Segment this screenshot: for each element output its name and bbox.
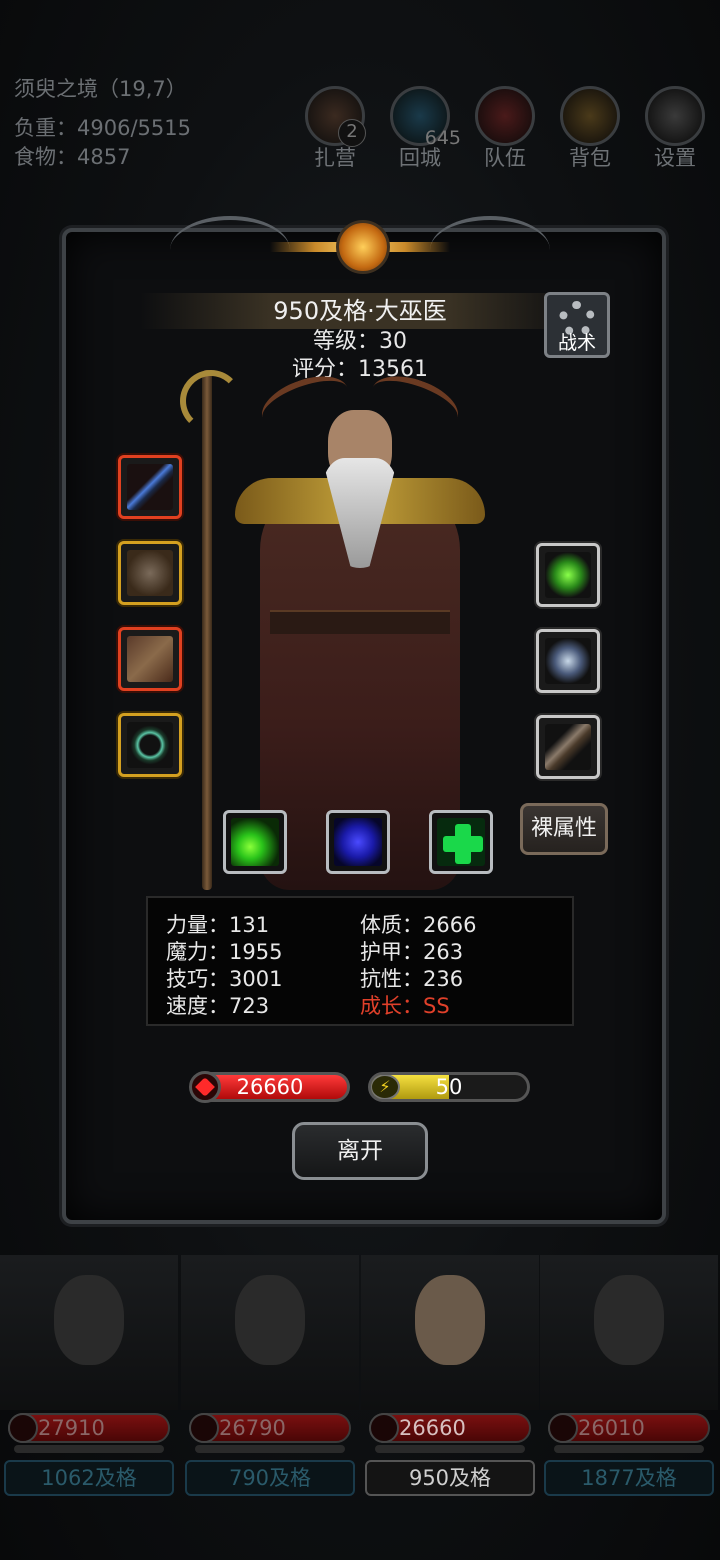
shadow-skill-icon	[334, 818, 382, 866]
equip-slot-trinket[interactable]	[536, 543, 600, 607]
staff-crescent-graphic	[180, 370, 242, 432]
return-city-button[interactable]: 645 回城	[385, 86, 461, 172]
team-member-label: 950及格	[365, 1460, 535, 1496]
skill-slot-2[interactable]	[326, 810, 390, 874]
heart-icon	[369, 1413, 399, 1443]
team-hp-bar: 27910	[8, 1413, 170, 1443]
team-portrait	[0, 1255, 178, 1410]
stat-resistance: 抗性：236	[360, 967, 464, 991]
gear-icon	[645, 86, 705, 146]
staff-graphic	[202, 370, 212, 890]
team-member-4[interactable]: 26010 1877及格	[540, 1255, 718, 1500]
team-member-label: 790及格	[185, 1460, 355, 1496]
team-member-1[interactable]: 27910 1062及格	[0, 1255, 178, 1500]
heart-icon	[8, 1413, 38, 1443]
weight-text: 负重：4906/5515	[14, 116, 191, 140]
hp-value: 26660	[236, 1075, 304, 1099]
green-crystal-icon	[545, 552, 591, 598]
hero-level: 等级：30	[313, 329, 407, 354]
belt-graphic	[270, 610, 450, 634]
backpack-button[interactable]: 背包	[555, 86, 625, 172]
equip-slot-weapon[interactable]	[118, 455, 182, 519]
stat-magic: 魔力：1955	[166, 940, 283, 964]
equip-slot-amulet[interactable]	[536, 629, 600, 693]
team-portrait	[361, 1255, 539, 1410]
mp-value: 50	[435, 1075, 463, 1099]
hud-menu: 2 扎营 645 回城 队伍 背包 设置	[300, 86, 710, 176]
bare-attribute-button[interactable]: 裸属性	[520, 803, 608, 855]
settings-label: 设置	[654, 146, 696, 170]
food-text: 食物：4857	[14, 145, 131, 169]
witch-doctor-portrait	[415, 1275, 485, 1365]
stats-panel: 力量：131 魔力：1955 技巧：3001 速度：723 体质：2666 护甲…	[146, 896, 574, 1026]
team-hp-value: 27910	[38, 1416, 105, 1440]
skill-slot-1[interactable]	[223, 810, 287, 874]
team-member-2[interactable]: 26790 790及格	[181, 1255, 359, 1500]
team-label: 队伍	[484, 146, 526, 170]
team-hp-bar: 26790	[189, 1413, 351, 1443]
heal-cross-skill-icon	[437, 818, 485, 866]
skill-slot-3[interactable]	[429, 810, 493, 874]
equip-slot-bracer[interactable]	[536, 715, 600, 779]
elf-portrait	[54, 1275, 124, 1365]
portal-icon: 645	[390, 86, 461, 149]
mp-bar: ⚡ 50	[368, 1072, 530, 1102]
team-mp-bar	[14, 1445, 164, 1453]
team-hp-value: 26790	[219, 1416, 286, 1440]
leave-button[interactable]: 离开	[292, 1122, 428, 1180]
hp-bar: 26660	[189, 1071, 350, 1103]
gunslinger-portrait	[594, 1275, 664, 1365]
return-city-count: 645	[424, 127, 461, 149]
equip-slot-armor[interactable]	[118, 541, 182, 605]
heart-icon	[548, 1413, 578, 1443]
camp-button[interactable]: 2 扎营	[300, 86, 370, 172]
team-button[interactable]: 队伍	[470, 86, 540, 172]
stat-armor: 护甲：263	[360, 940, 464, 964]
team-mp-bar	[554, 1445, 704, 1453]
tactic-button[interactable]: 战术	[544, 292, 610, 358]
stat-skill: 技巧：3001	[166, 967, 283, 991]
team-hp-bar: 26010	[548, 1413, 710, 1443]
team-member-label: 1877及格	[544, 1460, 714, 1496]
camp-label: 扎营	[314, 146, 356, 170]
camp-badge: 2	[338, 119, 366, 147]
amulet-icon	[545, 638, 591, 684]
stat-speed: 速度：723	[166, 994, 270, 1018]
equip-slot-book[interactable]	[118, 627, 182, 691]
tactic-label: 战术	[557, 332, 596, 354]
armor-icon	[127, 550, 173, 596]
team-member-label: 1062及格	[4, 1460, 174, 1496]
team-member-3-selected[interactable]: 26660 950及格	[361, 1255, 539, 1500]
equip-slot-ring[interactable]	[118, 713, 182, 777]
team-icon	[475, 86, 535, 146]
green-bolt-skill-icon	[231, 818, 279, 866]
sun-emblem-icon	[336, 220, 390, 274]
team-mp-bar	[375, 1445, 525, 1453]
camp-icon: 2	[305, 86, 366, 147]
staff-weapon-icon	[127, 464, 173, 510]
team-hp-value: 26660	[399, 1416, 466, 1440]
location-text: 须臾之境（19,7）	[14, 77, 187, 101]
hero-title: 950及格·大巫医	[273, 297, 447, 325]
heart-icon	[189, 1413, 219, 1443]
team-portrait	[181, 1255, 359, 1410]
backpack-label: 背包	[569, 146, 611, 170]
team-hp-bar: 26660	[369, 1413, 531, 1443]
stat-strength: 力量：131	[166, 913, 270, 937]
stat-growth: 成长：SS	[360, 994, 450, 1018]
stat-constitution: 体质：2666	[360, 913, 477, 937]
spellbook-icon	[127, 636, 173, 682]
backpack-icon	[560, 86, 620, 146]
team-portrait	[540, 1255, 718, 1410]
panel-crest-ornament	[170, 214, 550, 284]
settings-button[interactable]: 设置	[640, 86, 710, 172]
warrior-portrait	[235, 1275, 305, 1365]
team-mp-bar	[195, 1445, 345, 1453]
ring-icon	[127, 722, 173, 768]
team-hp-value: 26010	[578, 1416, 645, 1440]
bracer-icon	[545, 724, 591, 770]
